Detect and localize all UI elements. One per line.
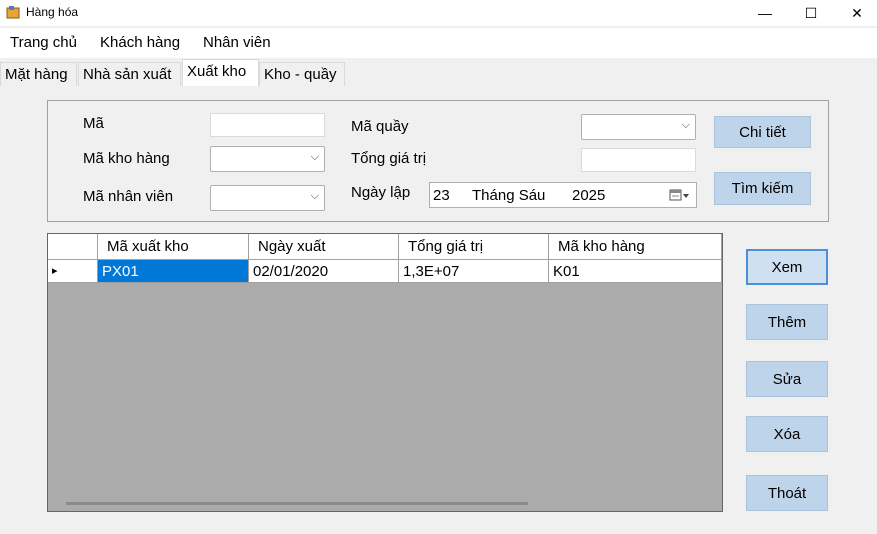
date-month[interactable]: Tháng Sáu [472, 187, 545, 204]
xuat-kho-grid[interactable]: Mã xuất kho Ngày xuất Tổng giá trị Mã kh… [47, 233, 723, 512]
chi-tiet-button[interactable]: Chi tiết [714, 116, 811, 148]
ma-label: Mã [83, 115, 104, 132]
horizontal-scrollbar[interactable] [66, 502, 528, 505]
column-header-ma-xuat-kho[interactable]: Mã xuất kho [98, 234, 249, 260]
ma-nv-combo[interactable]: ⌵ [210, 185, 325, 211]
table-cell[interactable]: 1,3E+07 [399, 260, 549, 283]
window-title: Hàng hóa [26, 5, 79, 19]
ma-quay-label: Mã quầy [351, 118, 409, 135]
app-icon [6, 6, 20, 19]
menu-nhan-vien[interactable]: Nhân viên [203, 34, 271, 51]
chevron-down-icon: ⌵ [310, 190, 319, 202]
ma-nv-label: Mã nhân viên [83, 188, 174, 205]
menu-trang-chu[interactable]: Trang chủ [10, 34, 77, 51]
ngay-lap-label: Ngày lập [351, 184, 411, 201]
minimize-button[interactable]: — [742, 0, 788, 26]
table-cell[interactable]: PX01 [98, 260, 249, 283]
ma-quay-combo[interactable]: ⌵ [581, 114, 696, 140]
row-header-corner [48, 234, 98, 260]
tong-gia-tri-label: Tổng giá trị [351, 150, 427, 167]
xem-button[interactable]: Xem [746, 249, 828, 285]
date-year[interactable]: 2025 [572, 187, 605, 204]
tab-kho-quay[interactable]: Kho - quầy [259, 62, 345, 86]
column-header-tong-gia-tri[interactable]: Tổng giá trị [399, 234, 549, 260]
chevron-down-icon: ⌵ [681, 119, 690, 131]
them-button[interactable]: Thêm [746, 304, 828, 340]
calendar-icon[interactable] [669, 189, 691, 202]
ngay-lap-datepicker[interactable]: 23 Tháng Sáu 2025 [429, 182, 697, 208]
table-cell[interactable]: 02/01/2020 [249, 260, 399, 283]
column-header-ma-kho-hang[interactable]: Mã kho hàng [549, 234, 722, 260]
sua-button[interactable]: Sửa [746, 361, 828, 397]
table-cell[interactable]: K01 [549, 260, 722, 283]
ma-kho-label: Mã kho hàng [83, 150, 170, 167]
xoa-button[interactable]: Xóa [746, 416, 828, 452]
ma-kho-combo[interactable]: ⌵ [210, 146, 325, 172]
tab-xuat-kho[interactable]: Xuất kho [182, 59, 259, 86]
row-indicator[interactable]: ▸ [48, 260, 98, 283]
tab-mat-hang[interactable]: Mặt hàng [0, 62, 77, 86]
column-header-ngay-xuat[interactable]: Ngày xuất [249, 234, 399, 260]
date-day[interactable]: 23 [433, 187, 450, 204]
thoat-button[interactable]: Thoát [746, 475, 828, 511]
tim-kiem-button[interactable]: Tìm kiếm [714, 172, 811, 205]
tab-nha-san-xuat[interactable]: Nhà sản xuất [78, 62, 181, 86]
chevron-down-icon: ⌵ [310, 151, 319, 163]
ma-input[interactable] [210, 113, 325, 137]
maximize-button[interactable]: ☐ [788, 0, 834, 26]
tong-gia-tri-input[interactable] [581, 148, 696, 172]
close-button[interactable]: ✕ [834, 0, 877, 26]
menu-khach-hang[interactable]: Khách hàng [100, 34, 180, 51]
